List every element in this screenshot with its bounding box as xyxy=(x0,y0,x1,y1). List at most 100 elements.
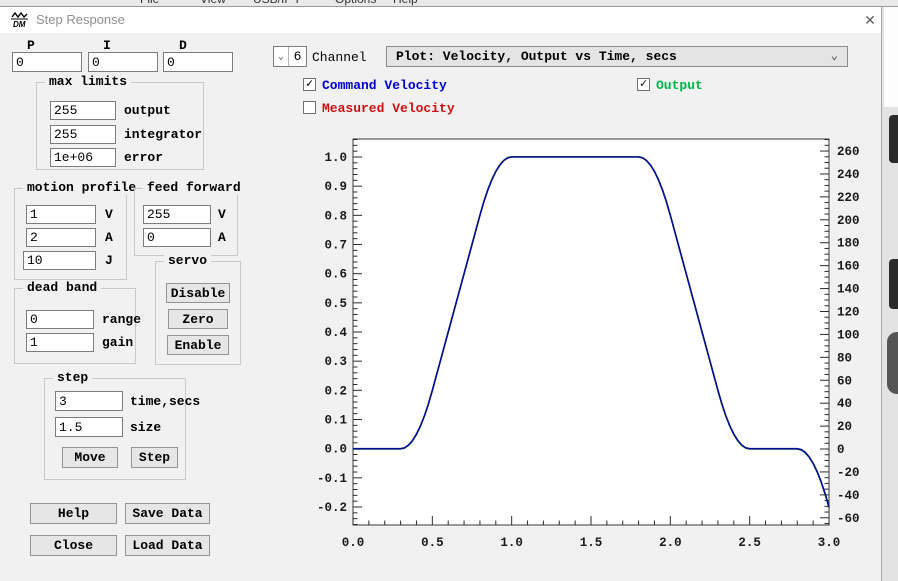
close-window-button[interactable]: ✕ xyxy=(860,10,880,30)
servo-title: servo xyxy=(164,253,211,268)
max-output-label: output xyxy=(124,103,171,118)
profile-a-label: A xyxy=(105,230,113,245)
background-menu-usbip: USB/IP I xyxy=(253,0,299,6)
feed-forward-title: feed forward xyxy=(143,180,245,195)
ff-v-input[interactable] xyxy=(143,205,211,224)
svg-text:120: 120 xyxy=(837,305,860,319)
max-error-label: error xyxy=(124,150,163,165)
dead-band-title: dead band xyxy=(23,280,101,295)
p-input[interactable] xyxy=(12,52,82,72)
screen: File View USB/IP I Options Help DM Step … xyxy=(0,0,898,581)
max-error-input[interactable] xyxy=(50,148,116,167)
svg-text:0.8: 0.8 xyxy=(324,209,347,223)
channel-spinner[interactable]: ⌄ 6 xyxy=(273,46,307,67)
background-artwork-blob xyxy=(889,115,898,163)
help-button[interactable]: Help xyxy=(30,503,117,524)
svg-text:160: 160 xyxy=(837,260,860,274)
svg-text:0.0: 0.0 xyxy=(342,536,365,550)
svg-text:220: 220 xyxy=(837,191,860,205)
step-time-input[interactable] xyxy=(55,391,123,411)
close-button[interactable]: Close xyxy=(30,535,117,556)
ff-v-label: V xyxy=(218,207,226,222)
svg-text:3.0: 3.0 xyxy=(818,536,841,550)
svg-text:0.2: 0.2 xyxy=(324,384,347,398)
plot-mode-select[interactable]: Plot: Velocity, Output vs Time, secs ⌄ xyxy=(386,46,848,67)
profile-a-input[interactable] xyxy=(26,228,96,247)
motion-profile-title: motion profile xyxy=(23,180,140,195)
svg-text:1.5: 1.5 xyxy=(580,536,603,550)
command-velocity-label: Command Velocity xyxy=(322,78,447,93)
step-response-chart: 0.00.51.01.52.02.53.0-0.2-0.10.00.10.20.… xyxy=(313,122,879,559)
i-input[interactable] xyxy=(88,52,158,72)
move-button[interactable]: Move xyxy=(62,447,118,468)
svg-text:60: 60 xyxy=(837,374,852,388)
svg-text:40: 40 xyxy=(837,397,852,411)
max-integrator-label: integrator xyxy=(124,127,202,142)
svg-text:2.5: 2.5 xyxy=(738,536,761,550)
svg-text:0.3: 0.3 xyxy=(324,355,347,369)
svg-text:80: 80 xyxy=(837,351,852,365)
output-checkbox[interactable]: ✓ xyxy=(637,78,650,91)
svg-text:2.0: 2.0 xyxy=(659,536,682,550)
step-title: step xyxy=(53,370,92,385)
profile-j-label: J xyxy=(105,253,113,268)
svg-text:0.4: 0.4 xyxy=(324,326,347,340)
svg-text:180: 180 xyxy=(837,237,860,251)
window-title: Step Response xyxy=(36,12,125,27)
svg-text:0.1: 0.1 xyxy=(324,414,347,428)
svg-text:1.0: 1.0 xyxy=(324,151,347,165)
profile-j-input[interactable] xyxy=(23,251,96,270)
svg-text:0.0: 0.0 xyxy=(324,443,347,457)
load-data-button[interactable]: Load Data xyxy=(125,535,210,556)
ff-a-label: A xyxy=(218,230,226,245)
deadband-range-input[interactable] xyxy=(26,310,94,329)
svg-text:1.0: 1.0 xyxy=(500,536,523,550)
step-time-label: time,secs xyxy=(130,394,200,409)
save-data-button[interactable]: Save Data xyxy=(125,503,210,524)
background-menu-help: Help xyxy=(393,0,418,6)
d-label: D xyxy=(179,38,187,53)
measured-velocity-checkbox[interactable] xyxy=(303,101,316,114)
background-window-right-strip xyxy=(881,7,898,581)
step-response-dialog: DM Step Response ✕ P I D ⌄ 6 Channel Plo… xyxy=(0,7,881,581)
svg-text:0.9: 0.9 xyxy=(324,180,347,194)
max-limits-title: max limits xyxy=(45,74,131,89)
profile-v-label: V xyxy=(105,207,113,222)
background-menu-options: Options xyxy=(335,0,376,6)
deadband-gain-input[interactable] xyxy=(26,333,94,352)
background-white-panel xyxy=(884,7,898,107)
svg-text:20: 20 xyxy=(837,420,852,434)
measured-velocity-label: Measured Velocity xyxy=(322,101,455,116)
chevron-down-icon[interactable]: ⌄ xyxy=(274,47,289,66)
svg-text:0: 0 xyxy=(837,443,845,457)
output-label: Output xyxy=(656,78,703,93)
background-menu-view: View xyxy=(200,0,226,6)
background-artwork-blob xyxy=(889,259,898,309)
servo-enable-button[interactable]: Enable xyxy=(167,335,229,355)
command-velocity-checkbox[interactable]: ✓ xyxy=(303,78,316,91)
step-size-label: size xyxy=(130,420,161,435)
p-label: P xyxy=(27,38,35,53)
title-bar: DM Step Response ✕ xyxy=(0,7,881,33)
background-menu-file: File xyxy=(140,0,159,6)
svg-text:-40: -40 xyxy=(837,489,860,503)
step-button[interactable]: Step xyxy=(131,447,178,468)
svg-text:140: 140 xyxy=(837,283,860,297)
svg-text:-20: -20 xyxy=(837,466,860,480)
d-input[interactable] xyxy=(163,52,233,72)
deadband-range-label: range xyxy=(102,312,141,327)
svg-text:0.5: 0.5 xyxy=(421,536,444,550)
chart-canvas: 0.00.51.01.52.02.53.0-0.2-0.10.00.10.20.… xyxy=(313,122,879,559)
svg-text:260: 260 xyxy=(837,145,860,159)
svg-text:-0.2: -0.2 xyxy=(317,501,347,515)
servo-zero-button[interactable]: Zero xyxy=(168,309,228,329)
step-size-input[interactable] xyxy=(55,417,123,437)
max-integrator-input[interactable] xyxy=(50,125,116,144)
profile-v-input[interactable] xyxy=(26,205,96,224)
channel-label: Channel xyxy=(312,50,367,65)
svg-text:-60: -60 xyxy=(837,512,860,526)
ff-a-input[interactable] xyxy=(143,228,211,247)
max-output-input[interactable] xyxy=(50,101,116,120)
servo-disable-button[interactable]: Disable xyxy=(166,283,230,303)
svg-text:0.5: 0.5 xyxy=(324,297,347,311)
